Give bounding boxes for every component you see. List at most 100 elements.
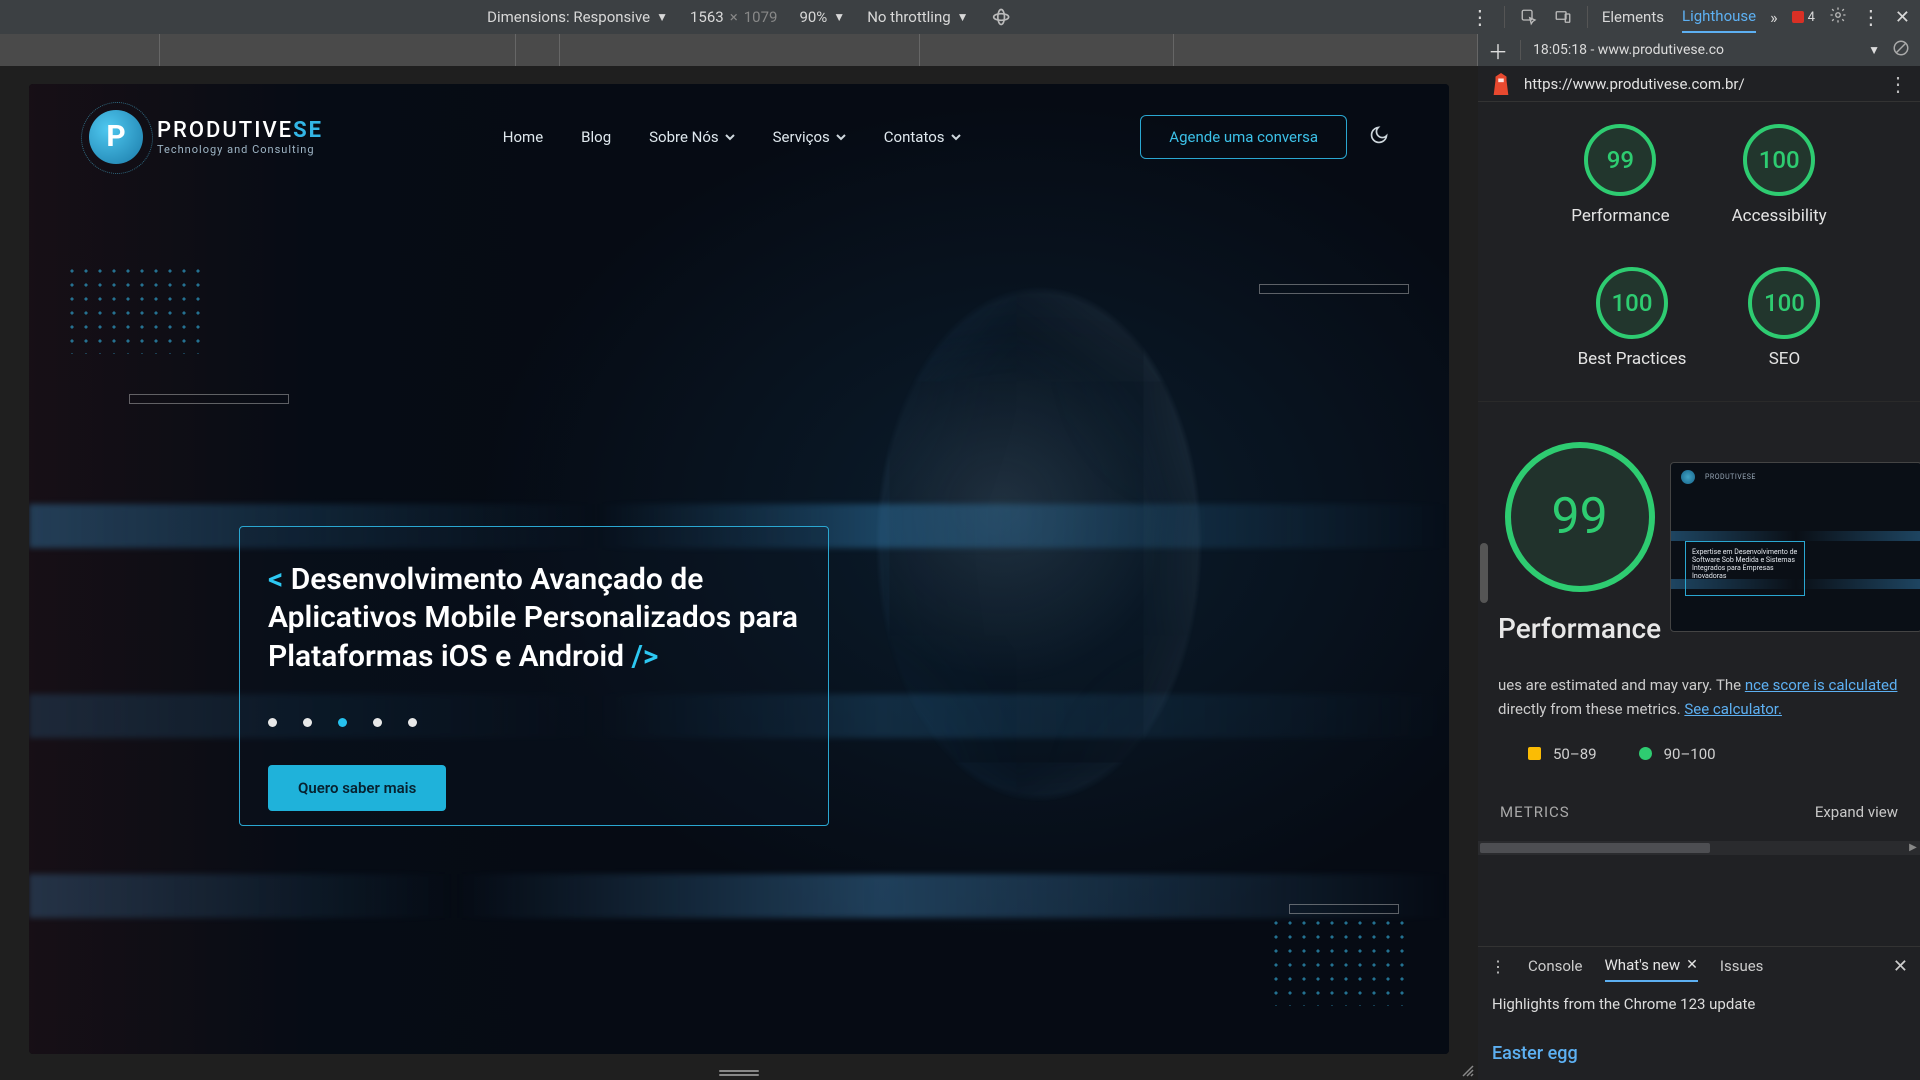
expand-view-link[interactable]: Expand view xyxy=(1815,803,1898,821)
lighthouse-run-bar: ＋ 18:05:18 - www.produtivese.co ▼ xyxy=(1478,34,1920,66)
device-toggle-icon[interactable] xyxy=(1553,7,1573,27)
settings-gear-icon[interactable] xyxy=(1829,6,1847,28)
close-devtools-icon[interactable]: ✕ xyxy=(1895,7,1910,28)
throttling-value: No throttling xyxy=(867,8,950,26)
scroll-right-icon[interactable]: ▶ xyxy=(1906,841,1920,855)
close-drawer-icon[interactable]: ✕ xyxy=(1893,956,1908,977)
rotate-icon[interactable] xyxy=(991,6,1013,28)
error-badge[interactable]: 4 xyxy=(1792,10,1815,25)
tab-console[interactable]: Console xyxy=(1528,951,1583,981)
score-calculated-link[interactable]: nce score is calculated xyxy=(1745,676,1898,694)
corner-resize-handle[interactable] xyxy=(1460,1062,1474,1076)
devtools-drawer: ⋮ Console What's new ✕ Issues ✕ Highligh… xyxy=(1478,946,1920,1080)
whats-new-highlights: Highlights from the Chrome 123 update xyxy=(1492,995,1906,1013)
lighthouse-report[interactable]: 99 Performance 100 Accessibility 100 Bes… xyxy=(1478,102,1920,946)
tab-whats-new[interactable]: What's new ✕ xyxy=(1605,950,1698,982)
tab-elements[interactable]: Elements xyxy=(1602,2,1664,32)
site-logo[interactable]: P PRODUTIVESE Technology and Consulting xyxy=(89,110,323,164)
legend-mid: 50–89 xyxy=(1528,745,1597,763)
easter-egg-heading[interactable]: Easter egg xyxy=(1492,1043,1906,1064)
viewport-height[interactable]: 1079 xyxy=(744,8,778,26)
nav-services[interactable]: Serviços xyxy=(773,128,846,146)
zoom-dropdown[interactable]: 90% ▼ xyxy=(799,8,845,26)
site-header: P PRODUTIVESE Technology and Consulting … xyxy=(29,84,1449,189)
legend-high: 90–100 xyxy=(1639,745,1716,763)
nav-label: Sobre Nós xyxy=(649,128,719,146)
dot-grid-decoration xyxy=(65,264,205,354)
hero-title-text: Desenvolvimento Avançado de Aplicativos … xyxy=(268,562,798,674)
carousel-dot-active[interactable] xyxy=(338,718,347,727)
scrollbar-thumb[interactable] xyxy=(1480,843,1710,853)
carousel-dot[interactable] xyxy=(408,718,417,727)
horizontal-scrollbar[interactable]: ◀ ▶ xyxy=(1478,841,1920,855)
nav-label: Serviços xyxy=(773,128,830,146)
metrics-label: METRICS xyxy=(1500,803,1570,821)
metrics-header: METRICS Expand view xyxy=(1498,803,1900,821)
carousel-dot[interactable] xyxy=(303,718,312,727)
audited-url[interactable]: https://www.produtivese.com.br/ xyxy=(1524,75,1876,93)
theme-toggle-icon[interactable] xyxy=(1369,125,1389,149)
more-options-icon[interactable]: ⋮ xyxy=(1470,7,1490,27)
carousel-dots xyxy=(268,718,800,727)
gauge-best-practices[interactable]: 100 Best Practices xyxy=(1578,267,1687,370)
schedule-cta-button[interactable]: Agende uma conversa xyxy=(1140,115,1347,159)
drawer-tabs: ⋮ Console What's new ✕ Issues ✕ xyxy=(1478,947,1920,985)
line-decoration xyxy=(1289,904,1399,914)
chevron-down-icon: ▼ xyxy=(656,10,668,24)
clear-icon[interactable] xyxy=(1892,39,1910,61)
tab-issues[interactable]: Issues xyxy=(1720,951,1764,981)
chevron-down-icon: ▼ xyxy=(957,10,969,24)
throttling-dropdown[interactable]: No throttling ▼ xyxy=(867,8,968,26)
drawer-content: Highlights from the Chrome 123 update Ea… xyxy=(1478,985,1920,1080)
gauge-seo[interactable]: 100 SEO xyxy=(1748,267,1820,370)
close-tab-icon[interactable]: ✕ xyxy=(1686,957,1698,973)
more-tabs-icon[interactable]: » xyxy=(1770,8,1778,27)
viewport-width[interactable]: 1563 xyxy=(690,8,724,26)
kebab-menu-icon[interactable]: ⋮ xyxy=(1861,7,1881,27)
error-count: 4 xyxy=(1808,10,1815,25)
nav-home[interactable]: Home xyxy=(503,128,543,146)
dimension-separator: × xyxy=(730,8,738,26)
legend-swatch-icon xyxy=(1528,747,1541,760)
thumbnail-hero-text: Expertise em Desenvolvimento de Software… xyxy=(1685,541,1805,596)
gauge-performance[interactable]: 99 Performance xyxy=(1571,124,1669,227)
chevron-down-icon[interactable]: ▼ xyxy=(1868,43,1880,57)
tab-lighthouse[interactable]: Lighthouse xyxy=(1682,1,1756,33)
gauge-accessibility[interactable]: 100 Accessibility xyxy=(1732,124,1827,227)
carousel-dot[interactable] xyxy=(268,718,277,727)
light-streak xyxy=(29,874,1449,918)
tab-label: What's new xyxy=(1605,956,1681,974)
devtools-main-tabs: Elements Lighthouse xyxy=(1602,1,1756,33)
chevron-down-icon xyxy=(725,132,735,142)
learn-more-button[interactable]: Quero saber mais xyxy=(268,765,446,811)
new-run-icon[interactable]: ＋ xyxy=(1488,36,1508,65)
page-screenshot-thumbnail[interactable]: PRODUTIVESE Expertise em Desenvolvimento… xyxy=(1670,462,1920,632)
lighthouse-panel: https://www.produtivese.com.br/ ⋮ 99 Per… xyxy=(1478,66,1920,1080)
drawer-menu-icon[interactable]: ⋮ xyxy=(1490,957,1506,976)
section-title: Performance xyxy=(1498,612,1661,645)
devtools-tabstrip: ⋮ Elements Lighthouse » 4 ⋮ ✕ xyxy=(1460,1,1920,33)
angle-close: /> xyxy=(632,639,659,674)
run-url[interactable]: 18:05:18 - www.produtivese.co xyxy=(1533,42,1856,58)
chevron-down-icon: ▼ xyxy=(833,10,845,24)
gauge-score: 99 xyxy=(1584,124,1656,196)
see-calculator-link[interactable]: See calculator. xyxy=(1684,700,1782,718)
nav-blog[interactable]: Blog xyxy=(581,128,611,146)
dot-grid-decoration xyxy=(1269,916,1409,1006)
nav-label: Contatos xyxy=(884,128,945,146)
height-resize-handle[interactable] xyxy=(719,1070,759,1076)
carousel-dot[interactable] xyxy=(373,718,382,727)
ruler-strip xyxy=(0,34,1478,66)
separator xyxy=(1504,6,1505,28)
legend-label: 90–100 xyxy=(1664,745,1716,763)
inspect-element-icon[interactable] xyxy=(1519,7,1539,27)
dimensions-dropdown[interactable]: Dimensions: Responsive ▼ xyxy=(487,8,668,26)
score-gauges: 99 Performance 100 Accessibility 100 Bes… xyxy=(1478,102,1920,402)
logo-suffix: SE xyxy=(293,118,323,143)
gauge-score: 100 xyxy=(1596,267,1668,339)
kebab-menu-icon[interactable]: ⋮ xyxy=(1888,72,1908,96)
nav-about[interactable]: Sobre Nós xyxy=(649,128,735,146)
nav-contacts[interactable]: Contatos xyxy=(884,128,961,146)
logo-text: PRODUTIVESE Technology and Consulting xyxy=(157,118,323,156)
performance-section: 99 Performance PRODUTIVESE Expertise em … xyxy=(1478,402,1920,841)
